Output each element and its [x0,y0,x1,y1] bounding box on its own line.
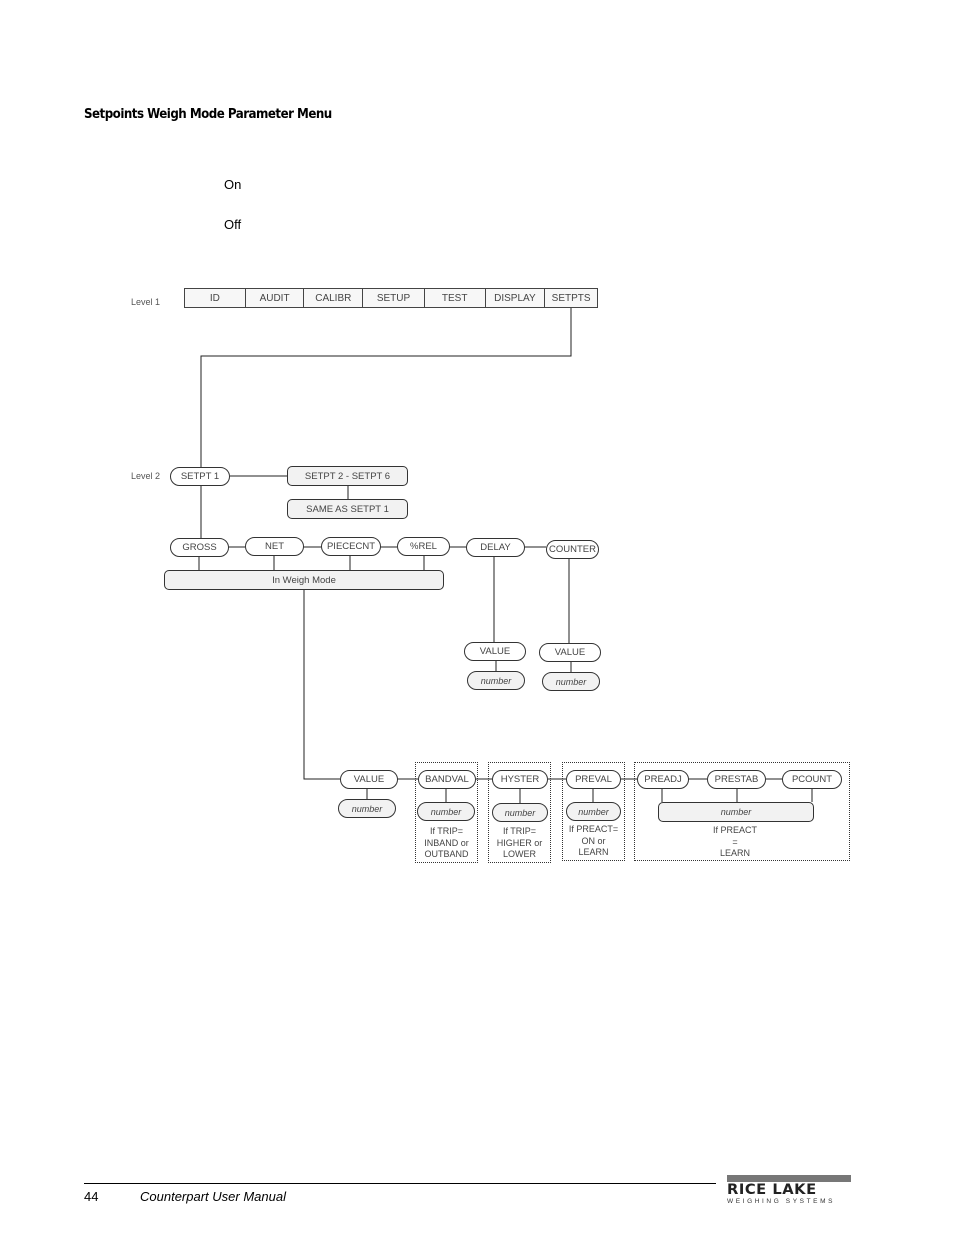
preval-note: If PREACT= ON or LEARN [568,824,619,857]
level1-label: Level 1 [131,297,161,307]
node-weigh-number: number [338,799,396,818]
logo-sub-text: WEIGHING SYSTEMS [727,1198,836,1205]
node-delay-number: number [467,671,525,690]
node-net[interactable]: NET [245,537,304,556]
node-prel[interactable]: %REL [397,537,450,556]
node-setpt2-6[interactable]: SETPT 2 - SETPT 6 [287,466,408,486]
level1-menu-bar: ID AUDIT CALIBR SETUP TEST DISPLAY SETPT… [184,288,598,308]
hyster-note: If TRIP= HIGHER or LOWER [496,826,543,859]
learn-note: If PREACT = LEARN [712,825,757,858]
node-preval-number: number [566,802,621,821]
node-learn-number: number [658,802,814,822]
menu-id[interactable]: ID [185,289,246,307]
node-preval[interactable]: PREVAL [566,770,621,789]
rice-lake-logo: RICE LAKE WEIGHING SYSTEMS [727,1175,851,1205]
node-bandval[interactable]: BANDVAL [418,770,476,789]
bandval-note: If TRIP= INBAND or OUTBAND [424,826,469,859]
footer-rule [84,1183,716,1184]
menu-audit[interactable]: AUDIT [246,289,305,307]
connector-setpts-setpt1 [200,308,572,467]
menu-calibr[interactable]: CALIBR [304,289,364,307]
node-prestab[interactable]: PRESTAB [707,770,766,789]
menu-test[interactable]: TEST [425,289,486,307]
node-in-weigh-mode: In Weigh Mode [164,570,444,590]
menu-setpts[interactable]: SETPTS [545,289,597,307]
manual-title: Counterpart User Manual [140,1189,286,1204]
node-bandval-number: number [417,802,475,821]
node-counter-value[interactable]: VALUE [539,643,601,662]
menu-setup[interactable]: SETUP [363,289,425,307]
connector-lines [198,308,813,804]
node-preadj[interactable]: PREADJ [637,770,689,789]
level2-label: Level 2 [131,471,161,481]
page-number: 44 [84,1189,99,1204]
node-counter[interactable]: COUNTER [546,540,599,559]
node-hyster-number: number [492,803,548,822]
node-counter-number: number [542,672,600,691]
node-pcount[interactable]: PCOUNT [782,770,842,789]
node-piececnt[interactable]: PIECECNT [321,537,381,556]
node-hyster[interactable]: HYSTER [492,770,548,789]
node-gross[interactable]: GROSS [170,538,229,557]
node-weigh-value[interactable]: VALUE [340,770,398,789]
node-delay[interactable]: DELAY [466,538,525,557]
node-same-as-setpt1: SAME AS SETPT 1 [287,499,408,519]
menu-display[interactable]: DISPLAY [486,289,546,307]
node-delay-value[interactable]: VALUE [464,642,526,661]
logo-main-text: RICE LAKE [727,1182,817,1198]
logo-bar [727,1175,851,1182]
node-setpt1[interactable]: SETPT 1 [170,467,230,486]
